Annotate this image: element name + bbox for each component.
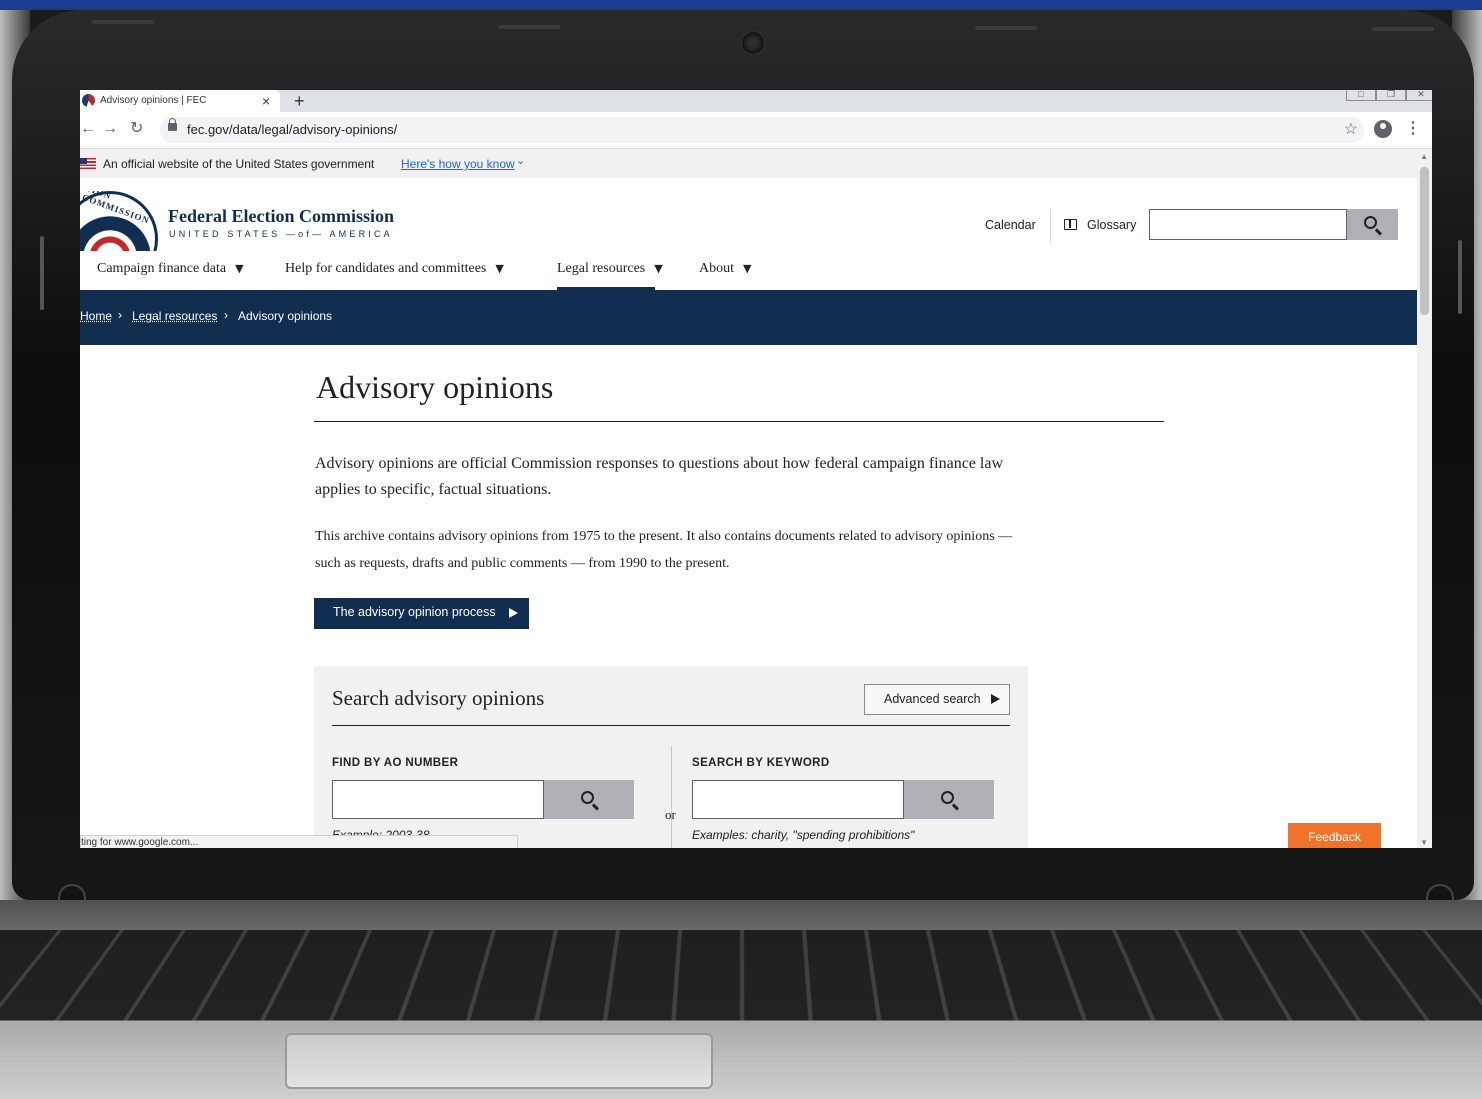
- touchpad: [285, 1033, 713, 1089]
- reload-icon[interactable]: ↻: [130, 120, 143, 138]
- keyword-search-button[interactable]: [904, 780, 994, 819]
- glossary-link[interactable]: Glossary: [1087, 218, 1136, 232]
- screen: Advisory opinions | FEC × + □ ❐ ✕ ← → ↻ …: [80, 90, 1432, 848]
- keyword-input[interactable]: [692, 780, 904, 819]
- panel-rule: [332, 725, 1010, 726]
- page-title: Advisory opinions: [316, 369, 554, 405]
- search-panel-title: Search advisory opinions: [332, 686, 545, 710]
- restore-icon[interactable]: ❐: [1376, 90, 1406, 101]
- nav-item-help-for-candidates[interactable]: Help for candidates and committees ▼: [285, 261, 504, 277]
- nav-item-label: Legal resources: [557, 261, 646, 276]
- bookmark-star-icon[interactable]: ☆: [1344, 119, 1358, 139]
- body-paragraph: This archive contains advisory opinions …: [315, 529, 1013, 571]
- search-icon: [581, 791, 594, 804]
- bezel-bumper: [1372, 27, 1434, 31]
- or-label: or: [665, 807, 676, 822]
- address-bar: ← → ↻ fec.gov/data/legal/advisory-opinio…: [80, 112, 1432, 149]
- browser-tab-bar: Advisory opinions | FEC × + □ ❐ ✕: [80, 90, 1432, 112]
- breadcrumb-separator: ›: [118, 308, 122, 322]
- main-content: Advisory opinions Advisory opinions are …: [80, 345, 1417, 848]
- breadcrumb-separator: ›: [224, 308, 228, 322]
- gov-banner-text: An official website of the United States…: [103, 157, 375, 171]
- calendar-link[interactable]: Calendar: [985, 218, 1036, 232]
- nav-item-label: About: [699, 261, 734, 276]
- breadcrumb-home[interactable]: Home: [80, 309, 112, 323]
- keyword-example: Examples: charity, "spending prohibition…: [692, 828, 915, 842]
- url-text: fec.gov/data/legal/advisory-opinions/: [187, 122, 398, 137]
- title-rule: [314, 421, 1164, 422]
- bezel-bumper: [92, 20, 154, 24]
- play-arrow-icon: [509, 608, 518, 618]
- forward-icon[interactable]: →: [102, 120, 118, 138]
- how-you-know-link[interactable]: Here's how you know: [401, 157, 515, 171]
- ao-number-search-button[interactable]: [544, 780, 634, 819]
- url-field[interactable]: fec.gov/data/legal/advisory-opinions/ ☆: [160, 117, 1364, 143]
- play-arrow-icon: [991, 694, 1000, 704]
- bezel-slot: [1458, 240, 1462, 314]
- caret-down-icon: ▼: [495, 262, 504, 275]
- webcam-icon: [741, 31, 765, 55]
- browser-status-bubble: ting for www.google.com...: [80, 835, 518, 848]
- background-band: [0, 0, 1482, 10]
- caret-down-icon: ▼: [743, 262, 752, 275]
- bezel-slot: [40, 236, 44, 310]
- scroll-up-icon[interactable]: ▲: [1420, 152, 1428, 161]
- site-search-button[interactable]: [1347, 209, 1398, 240]
- bezel-bumper: [498, 25, 560, 29]
- header-divider: [1050, 209, 1051, 243]
- keyword-label: SEARCH BY KEYWORD: [692, 757, 830, 769]
- search-panel: Search advisory opinions Advanced search…: [314, 666, 1028, 848]
- nav-item-campaign-finance-data[interactable]: Campaign finance data ▼: [97, 261, 244, 277]
- lock-icon: [168, 118, 177, 131]
- caret-down-icon: ▼: [235, 262, 244, 275]
- advisory-opinion-process-button[interactable]: The advisory opinion process: [314, 598, 529, 629]
- close-tab-icon[interactable]: ×: [262, 92, 270, 110]
- breadcrumb-legal-resources[interactable]: Legal resources: [132, 309, 217, 323]
- bezel-bumper: [975, 26, 1037, 30]
- lede-paragraph: Advisory opinions are official Commissio…: [315, 455, 1003, 498]
- profile-icon[interactable]: [1374, 120, 1392, 138]
- new-tab-icon[interactable]: +: [294, 90, 305, 112]
- process-button-label: The advisory opinion process: [333, 605, 496, 619]
- nav-item-legal-resources[interactable]: Legal resources ▼: [557, 261, 663, 277]
- scroll-down-icon[interactable]: ▼: [1420, 838, 1428, 847]
- us-flag-icon: [80, 158, 96, 169]
- feedback-button[interactable]: Feedback: [1288, 823, 1381, 848]
- site-header: TION COMMISSION Federal Election Commiss…: [80, 178, 1417, 254]
- main-nav: Campaign finance data ▼ Help for candidat…: [80, 253, 1417, 290]
- ao-number-input[interactable]: [332, 780, 544, 819]
- scrollbar[interactable]: ▲ ▼: [1417, 149, 1432, 848]
- org-subtitle: UNITED STATES —of— AMERICA: [169, 229, 393, 239]
- chevron-down-icon[interactable]: ⌄: [516, 154, 525, 167]
- column-divider: [671, 746, 672, 848]
- advanced-search-button[interactable]: Advanced search: [864, 684, 1010, 715]
- gov-banner: An official website of the United States…: [80, 149, 1417, 178]
- keyboard: [0, 930, 1482, 1021]
- nav-item-about[interactable]: About ▼: [699, 261, 751, 277]
- fec-seal-logo[interactable]: TION COMMISSION: [80, 191, 158, 251]
- caret-down-icon: ▼: [654, 262, 663, 275]
- browser-tab[interactable]: Advisory opinions | FEC ×: [80, 90, 280, 112]
- menu-kebab-icon[interactable]: ⋮: [1405, 118, 1421, 138]
- ao-number-label: FIND BY AO NUMBER: [332, 757, 459, 769]
- site-search-input[interactable]: [1149, 209, 1347, 240]
- search-icon: [941, 791, 954, 804]
- advanced-search-label: Advanced search: [884, 692, 981, 706]
- nav-item-label: Help for candidates and committees: [285, 261, 487, 276]
- fec-favicon-icon: [82, 94, 95, 107]
- scrollbar-thumb[interactable]: [1420, 167, 1429, 315]
- breadcrumb: Home › Legal resources › Advisory opinio…: [80, 290, 1417, 345]
- breadcrumb-current: Advisory opinions: [238, 309, 333, 323]
- tab-title: Advisory opinions | FEC: [100, 95, 207, 106]
- close-window-icon[interactable]: ✕: [1406, 90, 1432, 101]
- minimize-icon[interactable]: □: [1346, 90, 1376, 101]
- page-viewport: An official website of the United States…: [80, 149, 1432, 848]
- search-icon: [1364, 216, 1377, 229]
- org-name[interactable]: Federal Election Commission: [168, 206, 394, 227]
- book-icon: [1064, 219, 1077, 230]
- nav-item-label: Campaign finance data: [97, 261, 227, 276]
- back-icon[interactable]: ←: [80, 120, 96, 138]
